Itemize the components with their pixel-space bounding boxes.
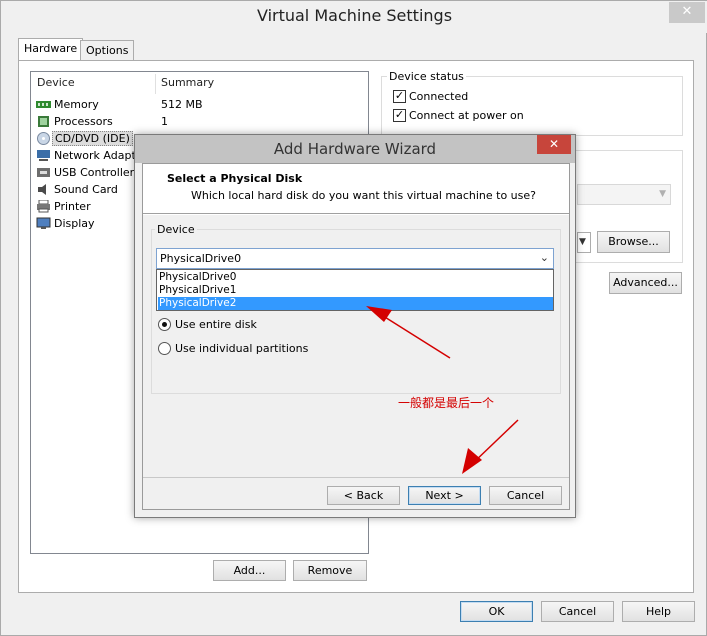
annotation-note: 一般都是最后一个 bbox=[398, 396, 495, 410]
annotation-arrows bbox=[366, 306, 519, 474]
arrow-to-physicaldrive2 bbox=[366, 306, 451, 359]
arrow-to-next-button bbox=[462, 419, 519, 474]
